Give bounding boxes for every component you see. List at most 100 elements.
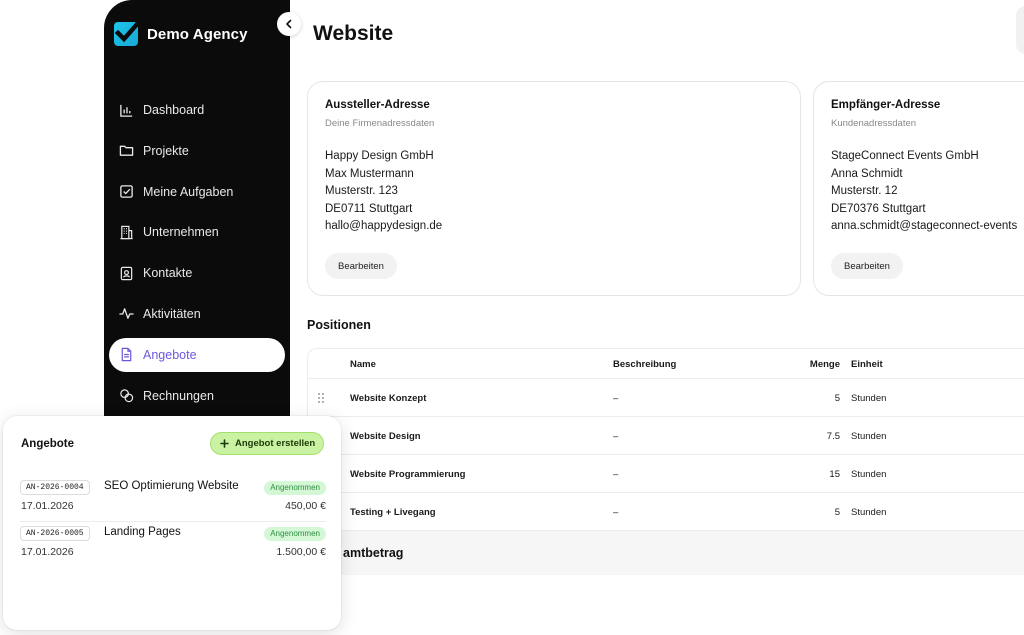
sender-email: hallo@happydesign.de	[325, 220, 443, 232]
offer-id: AN-2026-0005	[20, 526, 90, 541]
receiver-street: Musterstr. 12	[831, 185, 898, 197]
bar-chart-icon	[120, 104, 133, 117]
sidebar-item-dashboard[interactable]: Dashboard	[109, 93, 285, 127]
sidebar-item-label: Kontakte	[143, 266, 193, 281]
top-right-action-button[interactable]	[1016, 6, 1024, 54]
row-description: –	[613, 507, 619, 518]
row-name: Website Programmierung	[350, 469, 466, 480]
sidebar-item-label: Projekte	[143, 143, 189, 158]
receiver-edit-button[interactable]: Bearbeiten	[831, 253, 903, 279]
sidebar-item-label: Angebote	[143, 347, 197, 362]
header-quantity[interactable]: Menge	[810, 359, 840, 370]
checkbox-icon	[120, 185, 133, 198]
table-row[interactable]: Website Konzept – 5 Stunden	[308, 379, 1024, 417]
sender-address-card: Aussteller-Adresse Deine Firmenadressdat…	[307, 81, 801, 296]
contact-card-icon	[120, 266, 133, 280]
offers-card: Angebote Angebot erstellen AN-2026-0004 …	[3, 416, 341, 630]
offer-date: 17.01.2026	[21, 546, 74, 558]
row-description: –	[613, 469, 619, 480]
receiver-address-card: Empfänger-Adresse Kundenadressdaten Stag…	[813, 81, 1024, 296]
sidebar-item-projekte[interactable]: Projekte	[109, 134, 285, 168]
receiver-city: DE70376 Stuttgart	[831, 202, 926, 215]
sender-city: DE0711 Stuttgart	[325, 202, 413, 215]
create-offer-button[interactable]: Angebot erstellen	[210, 432, 325, 455]
sidebar: Demo Agency Dashboard Projekte Meine Auf…	[104, 0, 290, 416]
offers-card-title: Angebote	[21, 438, 75, 450]
total-label: amtbetrag	[343, 546, 404, 560]
receiver-person: Anna Schmidt	[831, 167, 903, 180]
table-row[interactable]: Testing + Livegang – 5 Stunden	[308, 493, 1024, 531]
sender-address-subtitle: Deine Firmenadressdaten	[325, 118, 435, 129]
building-icon	[120, 225, 133, 240]
header-name[interactable]: Name	[350, 359, 376, 370]
sidebar-item-unternehmen[interactable]: Unternehmen	[109, 215, 285, 249]
row-unit: Stunden	[851, 469, 887, 480]
row-quantity: 5	[834, 507, 840, 518]
status-badge: Angenommen	[264, 481, 326, 495]
sender-company: Happy Design GmbH	[325, 150, 434, 162]
folder-icon	[119, 145, 134, 157]
sidebar-nav: Dashboard Projekte Meine Aufgaben Untern…	[109, 93, 285, 419]
activity-icon	[119, 308, 134, 320]
sidebar-item-label: Aktivitäten	[143, 306, 201, 321]
receiver-address-lines: StageConnect Events GmbH Anna Schmidt Mu…	[831, 148, 1017, 236]
row-description: –	[613, 431, 619, 442]
offer-id: AN-2026-0004	[20, 480, 90, 495]
sidebar-item-label: Meine Aufgaben	[143, 184, 234, 199]
offer-name: SEO Optimierung Website	[104, 480, 239, 492]
plus-icon	[220, 439, 229, 448]
offer-amount: 450,00 €	[285, 500, 326, 512]
row-unit: Stunden	[851, 431, 887, 442]
brand-name: Demo Agency	[147, 25, 248, 43]
row-unit: Stunden	[851, 393, 887, 404]
row-name: Testing + Livegang	[350, 507, 436, 518]
sender-address-lines: Happy Design GmbH Max Mustermann Musters…	[325, 148, 442, 236]
sender-edit-button[interactable]: Bearbeiten	[325, 253, 397, 279]
chevron-left-icon	[286, 19, 292, 29]
sidebar-item-label: Dashboard	[143, 103, 205, 117]
offer-list-item[interactable]: AN-2026-0005 Landing Pages Angenommen 17…	[20, 524, 326, 568]
offer-name: Landing Pages	[104, 526, 181, 538]
brand-check-logo-icon	[114, 18, 141, 46]
receiver-email: anna.schmidt@stageconnect-events	[831, 220, 1018, 232]
receiver-address-subtitle: Kundenadressdaten	[831, 118, 917, 129]
sender-address-title: Aussteller-Adresse	[325, 99, 430, 111]
row-name: Website Konzept	[350, 393, 427, 404]
table-row[interactable]: Website Design – 7.5 Stunden	[308, 417, 1024, 455]
brand[interactable]: Demo Agency	[114, 18, 248, 46]
sidebar-collapse-button[interactable]	[277, 12, 301, 36]
table-header-row: Name Beschreibung Menge Einheit	[308, 349, 1024, 379]
positions-heading: Positionen	[307, 318, 371, 332]
row-quantity: 5	[834, 393, 840, 404]
row-description: –	[613, 393, 619, 404]
row-name: Website Design	[350, 431, 421, 442]
header-unit[interactable]: Einheit	[851, 359, 883, 370]
create-offer-label: Angebot erstellen	[235, 438, 316, 449]
drag-handle-icon[interactable]	[317, 392, 325, 404]
receiver-address-title: Empfänger-Adresse	[831, 99, 941, 111]
offer-amount: 1.500,00 €	[276, 546, 326, 558]
table-row[interactable]: Website Programmierung – 15 Stunden	[308, 455, 1024, 493]
offer-date: 17.01.2026	[21, 500, 74, 512]
coins-icon	[120, 389, 134, 403]
positions-table: Name Beschreibung Menge Einheit Website …	[307, 348, 1024, 575]
sidebar-item-label: Rechnungen	[143, 388, 214, 403]
header-description[interactable]: Beschreibung	[613, 359, 676, 370]
sidebar-item-angebote[interactable]: Angebote	[109, 337, 285, 372]
row-unit: Stunden	[851, 507, 887, 518]
sidebar-item-meine-aufgaben[interactable]: Meine Aufgaben	[109, 175, 285, 209]
sidebar-item-label: Unternehmen	[143, 225, 219, 240]
sender-street: Musterstr. 123	[325, 185, 398, 197]
receiver-company: StageConnect Events GmbH	[831, 150, 979, 162]
offer-list-item[interactable]: AN-2026-0004 SEO Optimierung Website Ang…	[20, 478, 326, 522]
row-quantity: 15	[829, 469, 840, 480]
document-icon	[121, 348, 132, 362]
sidebar-item-rechnungen[interactable]: Rechnungen	[109, 379, 285, 413]
total-row: amtbetrag	[308, 531, 1024, 575]
page-title: Website	[313, 22, 394, 45]
status-badge: Angenommen	[264, 527, 326, 541]
sidebar-item-aktivitaeten[interactable]: Aktivitäten	[109, 297, 285, 331]
sidebar-item-kontakte[interactable]: Kontakte	[109, 256, 285, 290]
row-quantity: 7.5	[826, 431, 840, 442]
sender-person: Max Mustermann	[325, 167, 414, 180]
